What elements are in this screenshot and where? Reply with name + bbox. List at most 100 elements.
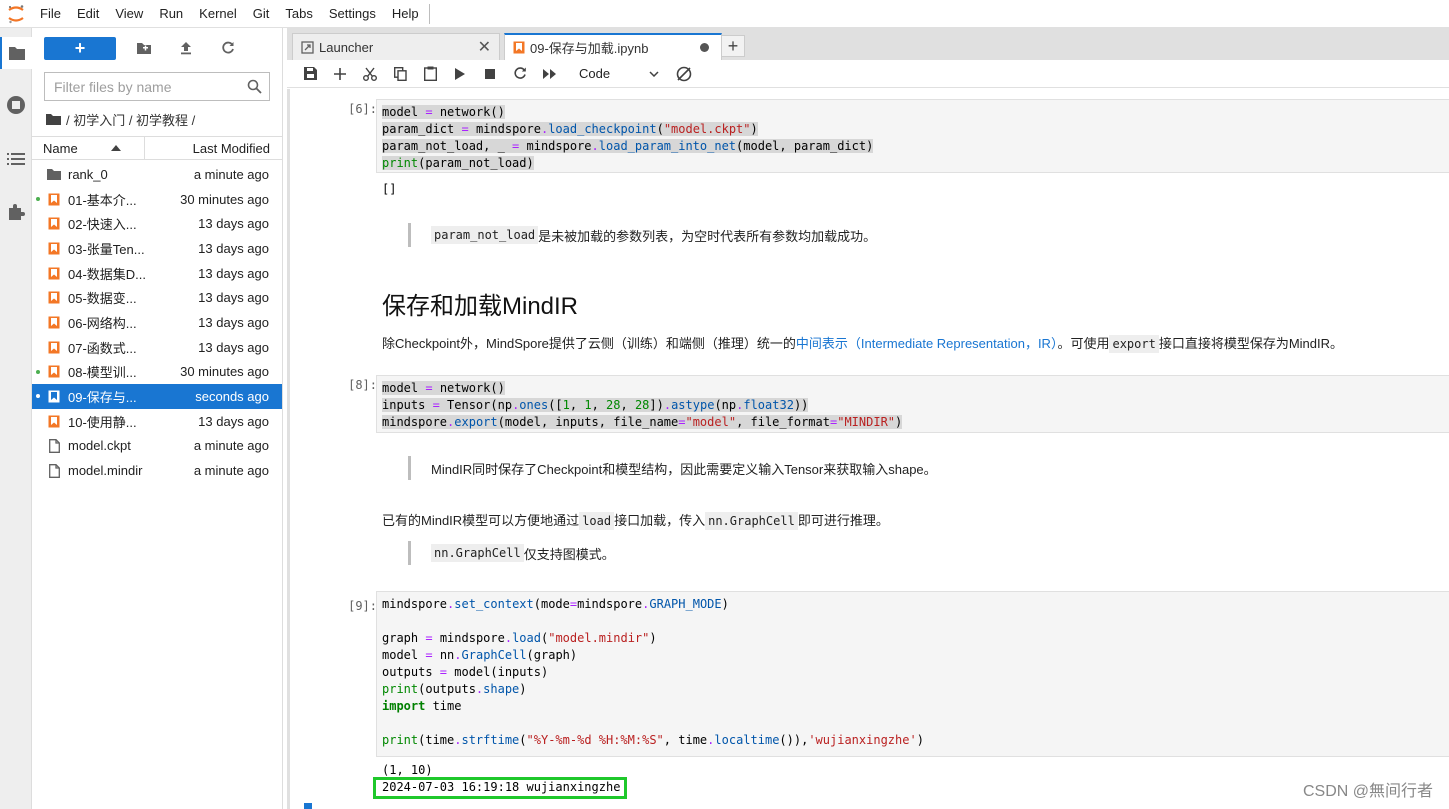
code-cell-9[interactable]: mindspore.set_context(mode=mindspore.GRA… [376, 591, 1449, 757]
add-tab-button[interactable]: + [721, 35, 745, 57]
file-modified: a minute ago [193, 463, 269, 479]
name-column-header[interactable]: Name [32, 137, 145, 159]
menu-edit[interactable]: Edit [69, 0, 107, 28]
home-folder-icon[interactable] [46, 113, 61, 125]
file-modified: 13 days ago [198, 339, 269, 355]
menu-tabs[interactable]: Tabs [277, 0, 320, 28]
launcher-icon [301, 40, 314, 54]
menu-kernel[interactable]: Kernel [191, 0, 245, 28]
cell-type-select[interactable]: Code [579, 66, 659, 81]
extension-icon[interactable] [0, 196, 32, 228]
file-list-item[interactable]: 03-张量Ten... 13 days ago [32, 236, 282, 261]
close-icon[interactable]: ✕ [478, 37, 491, 57]
inline-code-graphcell: nn.GraphCell [705, 512, 798, 530]
file-list-item[interactable]: 09-保存与... seconds ago [32, 384, 282, 409]
cell-6-output: [] [382, 182, 397, 196]
para-1-text-c: 接口直接将模型保存为MindIR。 [1158, 336, 1344, 351]
markdown-note-2: MindIR同时保存了Checkpoint和模型结构，因此需要定义输入Tenso… [408, 456, 937, 480]
file-list-item[interactable]: 04-数据集D... 13 days ago [32, 261, 282, 286]
file-browser-toolbar: + [44, 36, 242, 60]
file-icon [47, 463, 61, 478]
refresh-icon[interactable] [214, 36, 242, 60]
file-list-item[interactable]: rank_0 a minute ago [32, 162, 282, 187]
save-icon[interactable] [295, 62, 325, 86]
file-list-item[interactable]: 08-模型训... 30 minutes ago [32, 360, 282, 385]
notebook-icon [47, 217, 61, 231]
ir-link[interactable]: 中间表示（Intermediate Representation，IR） [796, 336, 1058, 351]
menu-bar: File Edit View Run Kernel Git Tabs Setti… [0, 0, 1449, 28]
file-name: 05-数据变... [68, 291, 137, 307]
notebook-icon [513, 41, 525, 54]
file-list-item[interactable]: 05-数据变... 13 days ago [32, 285, 282, 310]
menu-view[interactable]: View [107, 0, 151, 28]
menu-run[interactable]: Run [151, 0, 191, 28]
restart-icon[interactable] [505, 62, 535, 86]
file-list-item[interactable]: model.ckpt a minute ago [32, 434, 282, 459]
paste-icon[interactable] [415, 62, 445, 86]
file-list-item[interactable]: 01-基本介... 30 minutes ago [32, 187, 282, 212]
file-modified: 13 days ago [198, 240, 269, 256]
menu-help[interactable]: Help [384, 0, 427, 28]
code-cell-8[interactable]: model = network() inputs = Tensor(np.one… [376, 375, 1449, 433]
tab-launcher[interactable]: Launcher ✕ [292, 33, 500, 60]
file-list-item[interactable]: 07-函数式... 13 days ago [32, 335, 282, 360]
file-modified: 13 days ago [198, 265, 269, 281]
notebook-icon [47, 365, 61, 379]
file-modified: 30 minutes ago [180, 191, 269, 207]
unsaved-dot-icon[interactable] [700, 43, 709, 52]
new-folder-icon[interactable] [130, 36, 158, 60]
tab-bar: Launcher ✕ 09-保存与加载.ipynb + [287, 28, 1449, 60]
file-name: 08-模型训... [68, 365, 137, 381]
filter-input[interactable] [54, 78, 239, 95]
toc-icon[interactable] [0, 143, 32, 175]
file-modified: 13 days ago [198, 216, 269, 232]
para-2-text-b: 接口加载，传入 [614, 513, 706, 528]
notebook-icon [47, 414, 61, 428]
code-cell-6[interactable]: model = network() param_dict = mindspore… [376, 99, 1449, 173]
sort-ascending-icon [110, 145, 121, 151]
file-name: rank_0 [68, 166, 108, 182]
tab-launcher-label: Launcher [319, 39, 374, 55]
file-name: 01-基本介... [68, 192, 137, 208]
file-list-item[interactable]: model.mindir a minute ago [32, 458, 282, 483]
file-list-header: Name Last Modified [32, 136, 282, 160]
cell-9-prompt: [9]: [348, 599, 377, 613]
file-modified: a minute ago [193, 166, 269, 182]
paragraph-2: 已有的MindIR模型可以方便地通过 load 接口加载，传入 nn.GraphCel… [382, 510, 889, 530]
cut-icon[interactable] [355, 62, 385, 86]
file-name: 10-使用静... [68, 414, 137, 430]
note-3-text: 仅支持图模式。 [523, 546, 615, 562]
file-browser: + / 初学入门 / 初学教程 / Name Last Modified ran [32, 28, 283, 809]
add-cell-icon[interactable] [325, 62, 355, 86]
watermark: CSDN @無间行者 [1302, 783, 1433, 800]
fast-forward-icon[interactable] [535, 62, 565, 86]
menu-file[interactable]: File [32, 0, 69, 28]
markdown-note-3: nn.GraphCell 仅支持图模式。 [408, 541, 615, 565]
run-icon[interactable] [445, 62, 475, 86]
file-filter [44, 72, 270, 101]
file-list-item[interactable]: 10-使用静... 13 days ago [32, 409, 282, 434]
file-modified: 13 days ago [198, 314, 269, 330]
file-modified: seconds ago [195, 389, 269, 405]
file-list-item[interactable]: 02-快速入... 13 days ago [32, 211, 282, 236]
breadcrumb-path[interactable]: / 初学入门 / 初学教程 / [66, 110, 195, 129]
menu-git[interactable]: Git [245, 0, 278, 28]
tab-notebook[interactable]: 09-保存与加载.ipynb [504, 33, 722, 60]
file-list-item[interactable]: 06-网络构... 13 days ago [32, 310, 282, 335]
running-icon[interactable] [0, 89, 32, 121]
file-icon [47, 438, 61, 453]
folder-icon [47, 167, 61, 181]
new-launcher-button[interactable]: + [44, 36, 116, 60]
menu-settings[interactable]: Settings [321, 0, 384, 28]
cell-collapser-rule [287, 89, 290, 809]
notebook-icon [47, 291, 61, 305]
modified-column-header[interactable]: Last Modified [145, 137, 282, 159]
copy-icon[interactable] [385, 62, 415, 86]
kernel-status-icon[interactable] [669, 62, 699, 86]
notebook-icon [47, 315, 61, 329]
folder-icon[interactable] [0, 37, 32, 69]
stop-icon[interactable] [475, 62, 505, 86]
notebook-icon [47, 390, 61, 404]
name-header-label: Name [43, 140, 78, 156]
upload-icon[interactable] [172, 36, 200, 60]
